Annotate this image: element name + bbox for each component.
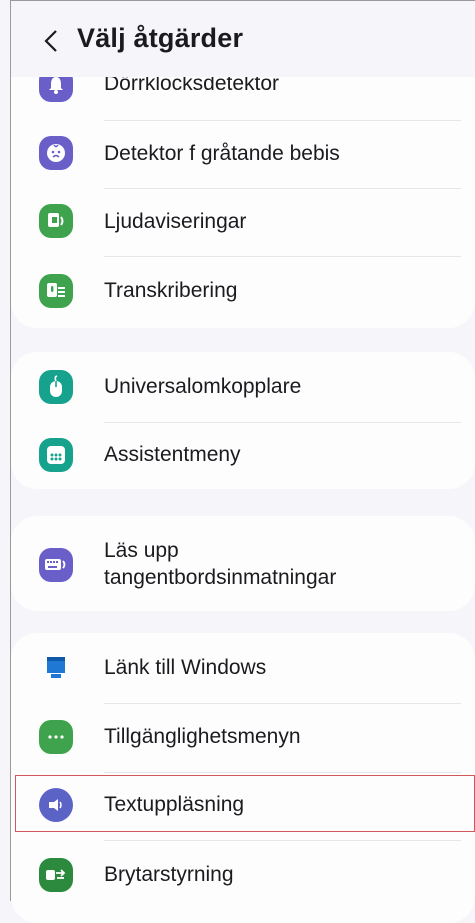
- divider: [104, 422, 461, 423]
- divider: [104, 772, 461, 773]
- group-card-keyboard: Läs upp tangentbordsinmatningar: [11, 516, 475, 611]
- item-label: Detektor f gråtande bebis: [104, 142, 340, 165]
- link-to-windows-icon: [39, 651, 73, 685]
- list-item-read-keyboard-input[interactable]: Läs upp tangentbordsinmatningar: [11, 536, 475, 596]
- keyboard-speak-icon: [39, 548, 73, 582]
- app-bar: Välj åtgärder: [11, 1, 475, 77]
- divider: [104, 188, 461, 189]
- item-label-line-1: Läs upp: [104, 539, 179, 562]
- chevron-left-icon: [44, 30, 57, 52]
- divider: [104, 703, 461, 704]
- list-item-sound-notifications[interactable]: Ljudaviseringar: [11, 204, 475, 254]
- group-card-interaction: Universalomkopplare Assistentmeny: [11, 352, 475, 489]
- list-item-baby-cry[interactable]: Detektor f gråtande bebis: [11, 136, 475, 186]
- divider: [104, 840, 461, 841]
- list-item-assistant-menu[interactable]: Assistentmeny: [11, 438, 475, 488]
- item-label: Tillgänglighetsmenyn: [104, 725, 301, 748]
- list-item-accessibility-menu[interactable]: Tillgänglighetsmenyn: [11, 720, 475, 770]
- list-item-link-to-windows[interactable]: Länk till Windows: [11, 651, 475, 701]
- selection-highlight: [15, 775, 475, 832]
- list-item-transcribe[interactable]: Transkribering: [11, 274, 475, 324]
- item-label: Transkribering: [104, 279, 238, 302]
- item-label: Assistentmeny: [104, 443, 241, 466]
- item-label: Brytarstyrning: [104, 863, 234, 886]
- crying-baby-icon: [39, 136, 73, 170]
- back-button[interactable]: [39, 23, 63, 59]
- sound-notification-icon: [39, 204, 73, 238]
- item-label: Ljudaviseringar: [104, 210, 247, 233]
- item-label-line-2: tangentbordsinmatningar: [104, 566, 337, 589]
- divider: [104, 120, 461, 121]
- switch-control-icon: [39, 858, 73, 892]
- group-card-alerts: Dörrklocksdetektor Detektor f gråtande b…: [11, 40, 475, 328]
- accessibility-menu-icon: [39, 720, 73, 754]
- assistant-menu-icon: [39, 438, 73, 472]
- item-label: Länk till Windows: [104, 656, 267, 679]
- transcribe-icon: [39, 274, 73, 308]
- page-title: Välj åtgärder: [77, 23, 244, 53]
- item-label: Universalomkopplare: [104, 375, 302, 398]
- list-item-universal-switch[interactable]: Universalomkopplare: [11, 370, 475, 420]
- divider: [104, 256, 461, 257]
- mouse-icon: [39, 370, 73, 404]
